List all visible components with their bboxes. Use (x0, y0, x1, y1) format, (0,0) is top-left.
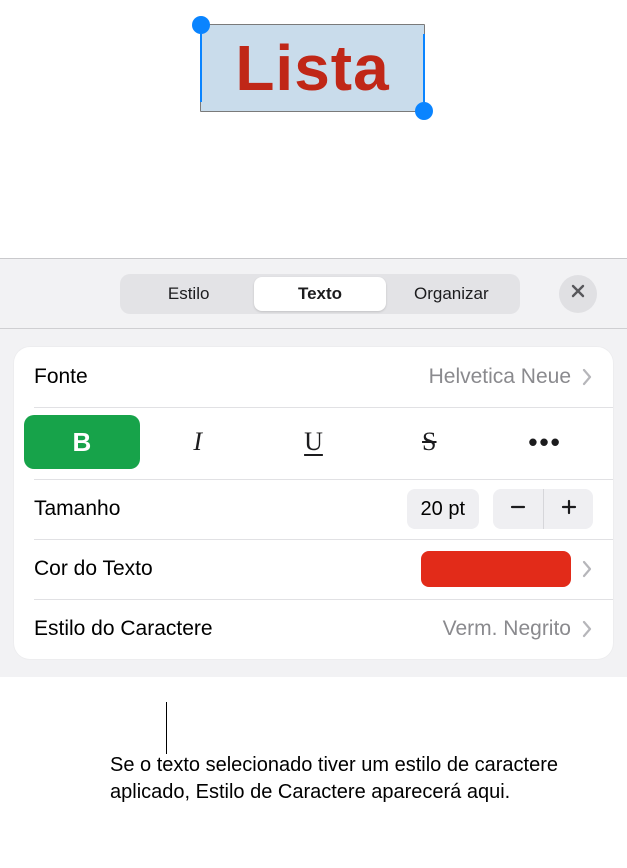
font-value: Helvetica Neue (429, 365, 571, 389)
inspector-tabbar: Estilo Texto Organizar (0, 259, 627, 329)
selection-handle-end[interactable] (415, 102, 433, 120)
close-inspector-button[interactable] (559, 275, 597, 313)
tab-arrange[interactable]: Organizar (386, 277, 517, 311)
text-color-label: Cor do Texto (34, 557, 153, 581)
bold-button[interactable]: B (24, 415, 140, 469)
tab-text[interactable]: Texto (254, 277, 385, 311)
strikethrough-button[interactable]: S (371, 415, 487, 469)
size-stepper (493, 489, 593, 529)
size-input[interactable]: 20 pt (407, 489, 479, 529)
tab-style[interactable]: Estilo (123, 277, 254, 311)
italic-glyph: I (193, 427, 202, 457)
selection-handle-start[interactable] (192, 16, 210, 34)
font-label: Fonte (34, 365, 88, 389)
tab-segmented-control: Estilo Texto Organizar (120, 274, 520, 314)
bold-glyph: B (73, 427, 92, 458)
size-increase-button[interactable] (543, 489, 593, 529)
ellipsis-icon: ••• (528, 427, 561, 458)
text-color-row[interactable]: Cor do Texto (14, 539, 613, 599)
chevron-right-icon (581, 368, 593, 386)
close-icon (570, 283, 586, 304)
selection-caret-left (200, 34, 202, 102)
character-style-row[interactable]: Estilo do Caractere Verm. Negrito (14, 599, 613, 659)
character-style-label: Estilo do Caractere (34, 617, 213, 641)
annotation-text: Se o texto selecionado tiver um estilo d… (110, 752, 580, 806)
size-value: 20 pt (421, 498, 465, 521)
selection-caret-right (423, 34, 425, 102)
document-canvas[interactable]: Lista (0, 0, 627, 258)
underline-button[interactable]: U (256, 415, 372, 469)
plus-icon (559, 497, 579, 522)
chevron-right-icon (581, 560, 593, 578)
character-style-value: Verm. Negrito (443, 617, 571, 641)
text-color-swatch[interactable] (421, 551, 571, 587)
size-decrease-button[interactable] (493, 489, 543, 529)
text-style-buttons: B I U S ••• (14, 407, 613, 479)
strike-glyph: S (422, 427, 436, 457)
format-inspector: Estilo Texto Organizar Fonte Helvetica N… (0, 258, 627, 677)
text-format-card: Fonte Helvetica Neue B I U S (14, 347, 613, 659)
selected-text: Lista (235, 31, 389, 105)
italic-button[interactable]: I (140, 415, 256, 469)
text-selection-box[interactable]: Lista (200, 24, 425, 112)
annotation-leader-line (166, 702, 167, 754)
size-label: Tamanho (34, 497, 120, 521)
size-row: Tamanho 20 pt (14, 479, 613, 539)
more-text-options-button[interactable]: ••• (487, 415, 603, 469)
chevron-right-icon (581, 620, 593, 638)
minus-icon (508, 497, 528, 522)
underline-glyph: U (304, 427, 323, 457)
font-row[interactable]: Fonte Helvetica Neue (14, 347, 613, 407)
